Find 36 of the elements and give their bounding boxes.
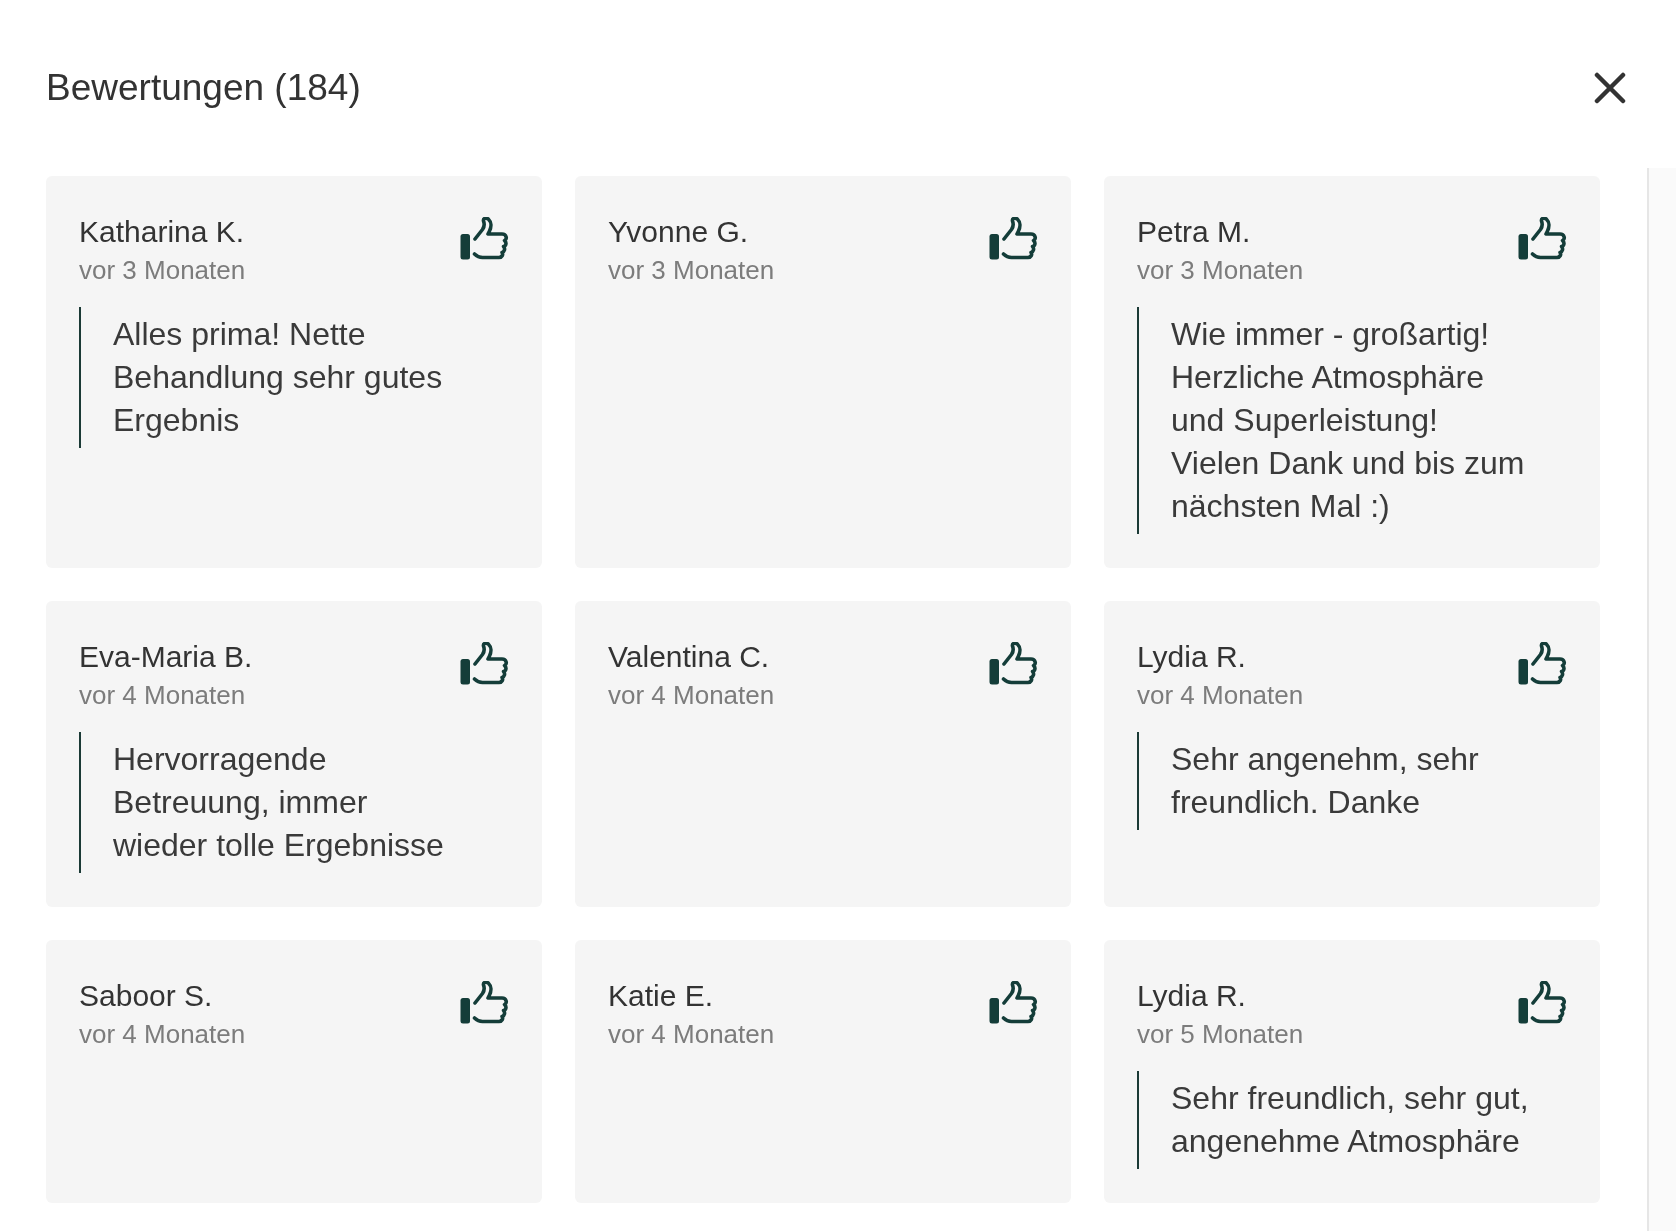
review-date: vor 3 Monaten <box>1137 254 1304 287</box>
review-date: vor 4 Monaten <box>608 679 775 712</box>
reviewer-name: Saboor S. <box>79 978 214 1014</box>
thumbs-up-icon <box>460 642 509 685</box>
close-button[interactable] <box>1593 71 1627 105</box>
thumbs-up-icon <box>1518 981 1567 1024</box>
reviewer-name: Eva-Maria B. <box>79 639 253 675</box>
dialog-title: Bewertungen (184) <box>46 68 361 108</box>
close-icon <box>1594 72 1626 104</box>
review-text: Wie immer - großartig! Herzliche Atmosphäre und Superleistung! Vielen Dank und bis zum nächsten Mal :) <box>1137 307 1567 534</box>
review-date: vor 4 Monaten <box>79 1018 246 1051</box>
review-date: vor 4 Monaten <box>79 679 247 712</box>
review-date: vor 3 Monaten <box>608 254 775 287</box>
thumbs-up-icon <box>460 981 509 1024</box>
review-text: Sehr freundlich, sehr gut, angenehme Atmosphäre <box>1137 1071 1567 1169</box>
reviewer-name: Lydia R. <box>1137 978 1247 1014</box>
review-date: vor 3 Monaten <box>79 254 246 287</box>
review-date: vor 5 Monaten <box>1137 1018 1304 1051</box>
scrollbar[interactable] <box>1647 168 1676 1231</box>
reviewer-name: Yvonne G. <box>608 214 750 250</box>
thumbs-up-icon <box>989 217 1038 260</box>
review-text: Sehr angenehm, sehr freundlich. Danke <box>1137 732 1567 830</box>
reviewer-name: Lydia R. <box>1137 639 1247 675</box>
review-date: vor 4 Monaten <box>1137 679 1304 712</box>
reviewer-name: Katie E. <box>608 978 715 1014</box>
thumbs-up-icon <box>1518 642 1567 685</box>
thumbs-up-icon <box>460 217 509 260</box>
thumbs-up-icon <box>1518 217 1567 260</box>
thumbs-up-icon <box>989 981 1038 1024</box>
review-text: Alles prima! Nette Behandlung sehr gutes Ergebnis <box>79 307 509 448</box>
reviewer-name: Katharina K. <box>79 214 246 250</box>
review-date: vor 4 Monaten <box>608 1018 775 1051</box>
reviewer-name: Valentina C. <box>608 639 771 675</box>
reviewer-name: Petra M. <box>1137 214 1252 250</box>
review-text: Hervorragende Betreuung, immer wieder tolle Ergebnisse <box>79 732 509 873</box>
thumbs-up-icon <box>989 642 1038 685</box>
